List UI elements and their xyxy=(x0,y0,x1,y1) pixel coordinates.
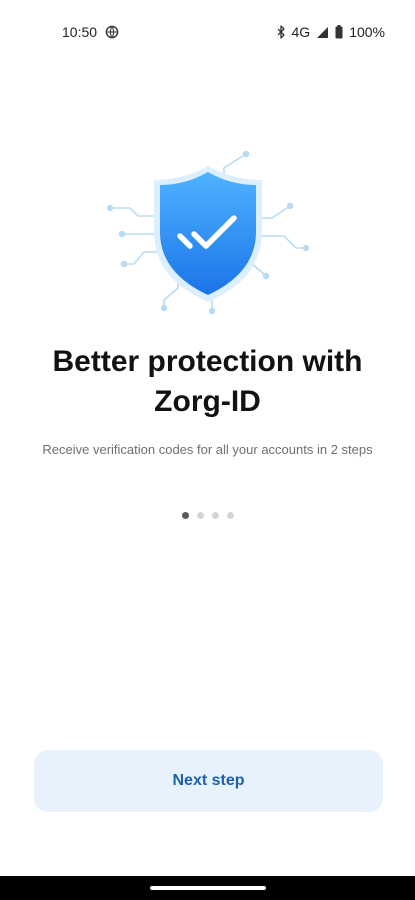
status-left: 10:50 xyxy=(62,24,119,40)
page-subtitle: Receive verification codes for all your … xyxy=(42,442,373,457)
battery-percent: 100% xyxy=(349,24,385,40)
network-type: 4G xyxy=(291,24,311,40)
page-dot-1[interactable] xyxy=(181,512,189,519)
page-title: Better protection with Zorg-ID xyxy=(52,345,363,418)
bluetooth-icon xyxy=(276,25,286,39)
page-dot-3[interactable] xyxy=(211,512,219,519)
vpn-globe-icon xyxy=(105,25,119,39)
next-step-button[interactable]: Next step xyxy=(34,750,383,812)
shield-check-icon xyxy=(100,148,316,320)
page-dot-4[interactable] xyxy=(226,512,234,519)
home-indicator[interactable] xyxy=(149,886,266,890)
status-bar: 10:50 4G 100% xyxy=(0,0,415,64)
page-dot-2[interactable] xyxy=(196,512,204,519)
battery-icon xyxy=(335,25,343,39)
signal-icon xyxy=(316,26,329,39)
system-nav-bar xyxy=(0,876,415,900)
status-right: 4G 100% xyxy=(276,24,385,40)
page-indicator xyxy=(0,512,415,519)
status-time: 10:50 xyxy=(62,24,98,40)
onboarding-screen: 10:50 4G 100% Better protection with Zor… xyxy=(0,0,415,900)
